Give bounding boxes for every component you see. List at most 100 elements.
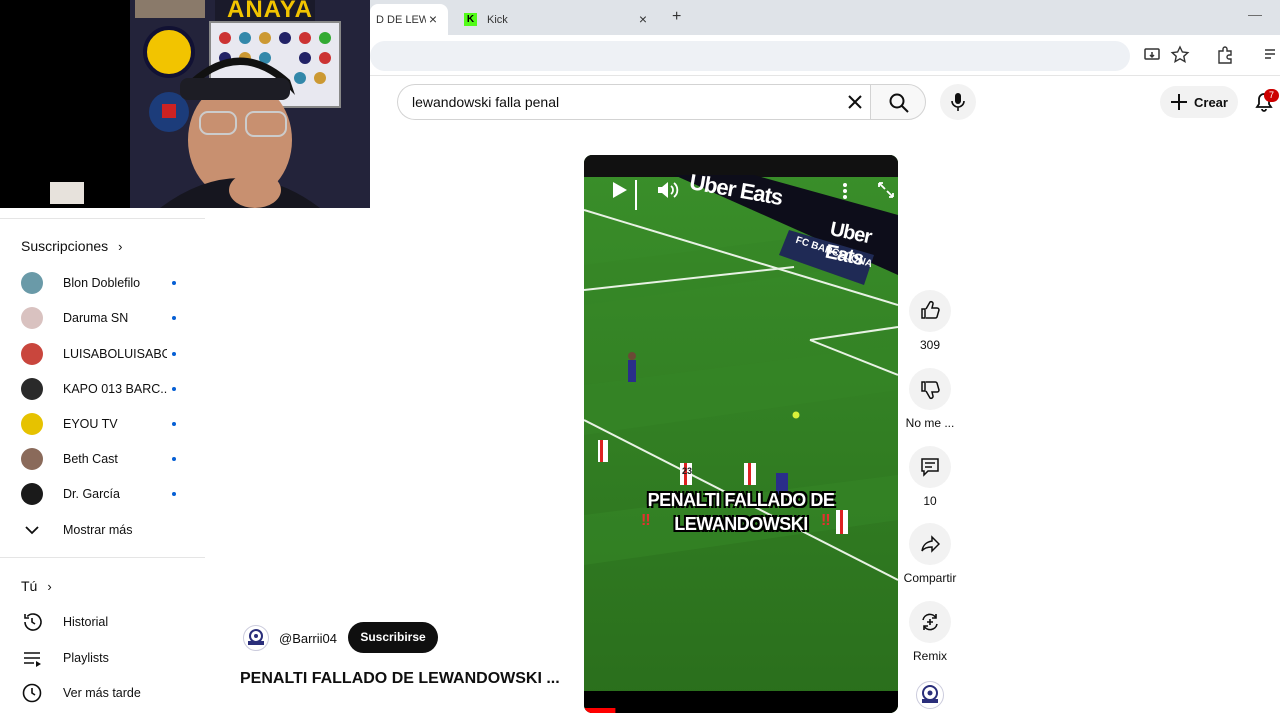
thumbs-down-icon [921,381,940,400]
sidebar-divider [0,557,205,558]
channel-avatar-small[interactable] [916,681,944,709]
sidebar-item-watch-later[interactable]: Ver más tarde [21,675,201,710]
like-count: 309 [919,338,941,352]
share-label: Compartir [903,571,957,585]
plus-icon [1171,94,1187,110]
tab-label: D DE LEWA [376,13,426,26]
avatar [21,306,43,329]
sidebar-subscription-item[interactable]: EYOU TV [21,406,201,441]
channel-avatar[interactable] [243,625,269,651]
subscriptions-header[interactable]: Suscripciones › [21,238,123,254]
clear-search-icon[interactable] [848,95,862,109]
video-caption: PENALTI FALLADO DE LEWANDOWSKI [584,488,898,536]
comment-count: 10 [923,494,937,508]
caption-line: PENALTI FALLADO DE [647,490,835,510]
tab-label: Kick [487,13,508,26]
new-content-dot [172,456,176,461]
watch-later-label: Ver más tarde [63,685,141,700]
history-icon [24,612,42,631]
microphone-icon [951,93,965,111]
comments-button[interactable] [909,446,951,488]
kick-logo-icon: K [464,13,477,26]
webcam-overlay: ANAYA [0,0,370,208]
subscription-name: Blon Doblefilo [63,275,141,290]
remix-label: Remix [912,649,947,663]
comment-icon [921,458,939,477]
channel-handle[interactable]: @Barrii04 [279,631,337,646]
progress-bar-fill[interactable] [584,708,616,713]
new-tab-button[interactable]: + [672,8,681,26]
subscription-name: Beth Cast [63,451,118,466]
sidebar-subscription-item[interactable]: Beth Cast [21,441,201,476]
chevron-right-icon: › [118,238,123,254]
subscription-name: EYOU TV [63,416,118,431]
channel-logo-icon [248,629,264,645]
double-exclamation-icon: ‼ [641,512,651,529]
avatar [21,447,43,470]
subscribe-button[interactable]: Suscribirse [348,622,438,653]
install-app-icon[interactable] [1143,45,1163,65]
minimize-icon[interactable]: — [1248,6,1262,22]
thumbs-up-icon [921,300,940,319]
avatar [21,271,43,294]
shorts-video-player[interactable]: Uber Eats Uber Eats FC BARCELONA 23 PENA… [584,155,898,713]
tab-kick[interactable]: K Kick × [458,4,658,35]
new-content-dot [172,280,176,285]
chevron-down-icon [25,525,39,534]
dislike-label: No me ... [905,416,955,430]
share-icon [921,535,940,553]
clock-icon [22,683,42,702]
like-button[interactable] [909,290,951,332]
search-box[interactable]: lewandowski falla penal [397,84,870,120]
avatar [21,342,43,365]
search-button[interactable] [870,84,926,120]
extensions-icon[interactable] [1215,45,1235,65]
subscription-name: Dr. García [63,486,120,501]
sidebar-item-playlists[interactable]: Playlists [21,640,201,675]
new-content-dot [172,315,176,320]
voice-search-button[interactable] [940,84,976,120]
webcam-sign-text: ANAYA [227,0,313,23]
close-icon[interactable]: × [636,12,650,26]
sidebar-subscription-item[interactable]: KAPO 013 BARC... [21,371,201,406]
dislike-button[interactable] [909,368,951,410]
play-icon[interactable] [612,181,628,199]
sidebar-subscription-item[interactable]: Dr. García [21,476,201,511]
subscription-name: Daruma SN [63,310,129,325]
avatar [21,412,43,435]
channel-logo-icon [922,685,938,703]
video-title[interactable]: PENALTI FALLADO DE LEWANDOWSKI ... [240,670,565,688]
remix-button[interactable] [909,601,951,643]
address-bar[interactable] [370,41,1130,71]
double-exclamation-icon: ‼ [821,512,831,529]
close-icon[interactable]: × [426,12,440,26]
bookmark-star-icon[interactable] [1170,45,1190,65]
search-input[interactable]: lewandowski falla penal [412,94,559,110]
media-controls-icon[interactable] [1262,45,1280,65]
new-content-dot [172,351,176,356]
more-options-icon[interactable] [842,182,848,200]
subscription-name: KAPO 013 BARC... [63,381,167,396]
you-title: Tú [21,578,38,594]
create-button[interactable]: Crear [1160,86,1238,118]
sidebar-subscription-item[interactable]: LUISABOLUISABO [21,336,201,371]
volume-icon[interactable] [657,180,679,200]
subscription-name: LUISABOLUISABO [63,346,167,361]
sidebar-subscription-item[interactable]: Blon Doblefilo [21,265,201,300]
show-more-button[interactable]: Mostrar más [21,512,201,547]
shirt-number: 23 [682,466,693,476]
playlists-label: Playlists [63,650,109,665]
history-label: Historial [63,614,109,629]
you-header[interactable]: Tú › [21,578,52,594]
remix-icon [922,613,938,631]
avatar [21,377,43,400]
tab-youtube-video[interactable]: D DE LEWA × [370,4,448,35]
new-content-dot [172,491,176,496]
fullscreen-icon[interactable] [877,181,895,199]
share-button[interactable] [909,523,951,565]
sidebar-item-history[interactable]: Historial [21,604,201,639]
new-content-dot [172,421,176,426]
sidebar-subscription-item[interactable]: Daruma SN [21,300,201,335]
notification-count-badge: 7 [1264,89,1279,102]
avatar [21,482,43,505]
